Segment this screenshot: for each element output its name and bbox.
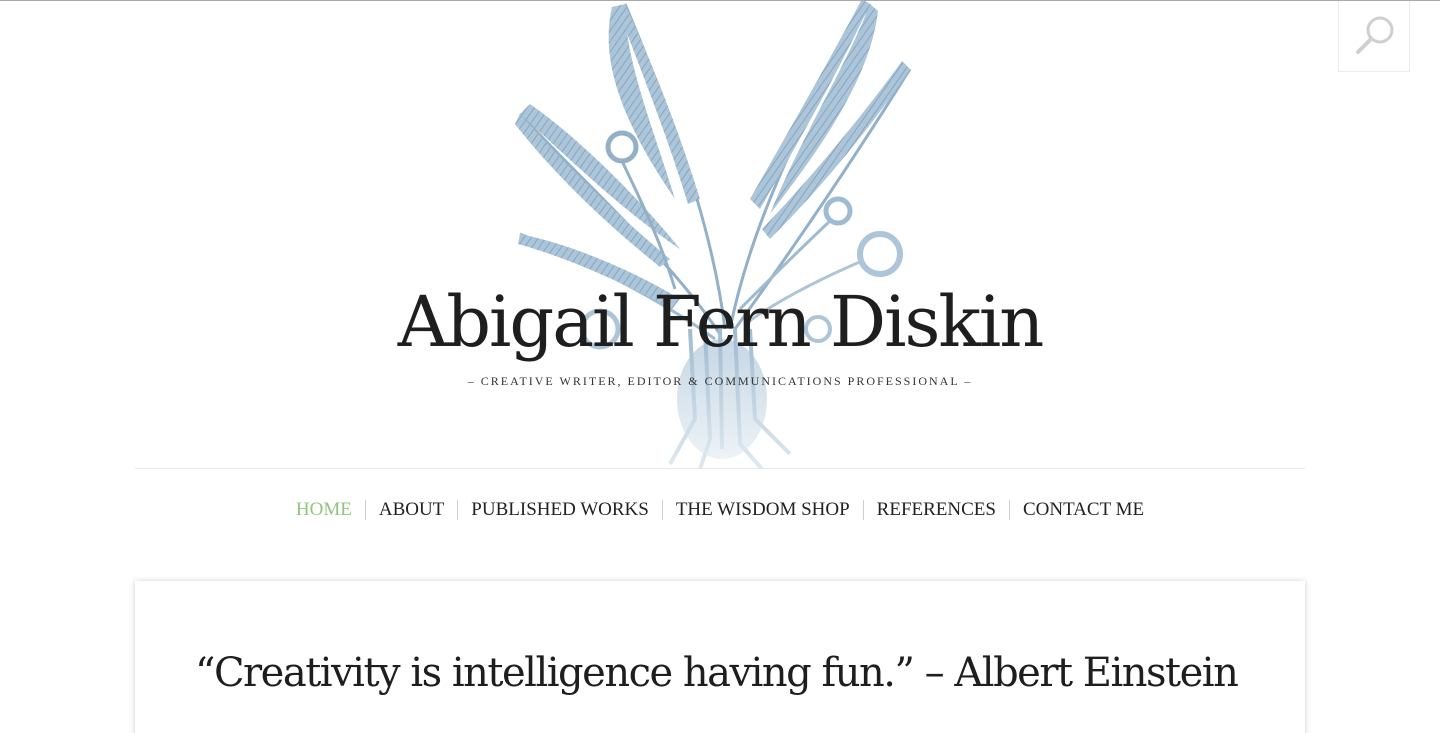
fern-illustration xyxy=(515,1,912,469)
nav-item-published-works[interactable]: PUBLISHED WORKS xyxy=(458,497,662,523)
page: Abigail Fern Diskin – CREATIVE WRITER, E… xyxy=(0,0,1440,733)
search-icon xyxy=(1356,16,1394,54)
main-navigation: HOME ABOUT PUBLISHED WORKS THE WISDOM SH… xyxy=(0,495,1440,525)
site-header: Abigail Fern Diskin – CREATIVE WRITER, E… xyxy=(0,1,1440,469)
site-tagline: – CREATIVE WRITER, EDITOR & COMMUNICATIO… xyxy=(467,374,973,388)
search-button[interactable] xyxy=(1338,1,1410,72)
site-title[interactable]: Abigail Fern Diskin xyxy=(0,277,1440,367)
header-divider xyxy=(135,468,1305,469)
nav-item-about[interactable]: ABOUT xyxy=(366,497,457,523)
nav-item-home[interactable]: HOME xyxy=(283,497,365,523)
nav-item-the-wisdom-shop[interactable]: THE WISDOM SHOP xyxy=(663,497,863,523)
post-card: “Creativity is intelligence having fun.”… xyxy=(135,581,1305,733)
nav-item-references[interactable]: REFERENCES xyxy=(864,497,1009,523)
nav-item-contact-me[interactable]: CONTACT ME xyxy=(1010,497,1157,523)
post-title[interactable]: “Creativity is intelligence having fun.”… xyxy=(195,645,1239,701)
